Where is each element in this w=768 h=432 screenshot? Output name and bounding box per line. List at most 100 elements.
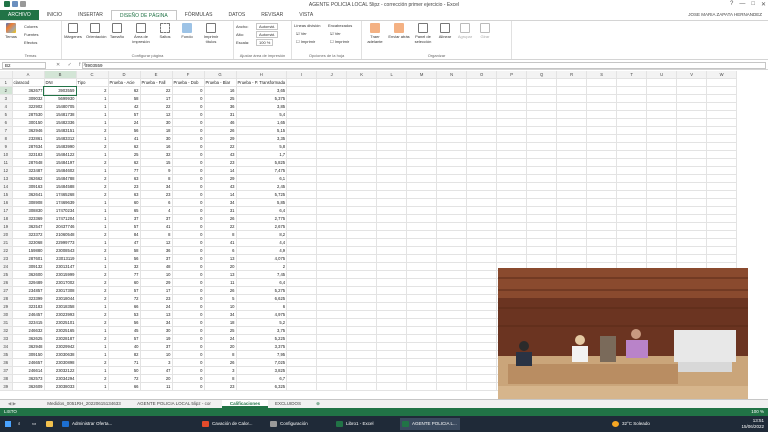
cell[interactable] (346, 230, 378, 240)
cell[interactable] (406, 382, 438, 392)
cell[interactable]: 23015999 (44, 270, 77, 280)
cell[interactable]: 31 (204, 206, 237, 216)
cell[interactable] (616, 230, 648, 240)
cell[interactable]: 1 (76, 214, 109, 224)
cell[interactable]: 5,275 (236, 286, 288, 296)
cell[interactable]: 323415 (12, 318, 45, 328)
lineas-imprimir-checkbox[interactable]: ☐ Imprimir (296, 39, 315, 44)
cell[interactable]: 2 (76, 374, 109, 384)
cell[interactable] (616, 182, 648, 192)
cell[interactable]: 0 (172, 214, 205, 224)
row-number[interactable]: 5 (0, 110, 13, 120)
cell[interactable] (676, 142, 708, 152)
cell[interactable]: 3 (204, 366, 237, 376)
cell[interactable] (706, 238, 738, 248)
cell[interactable]: 3,65 (236, 86, 288, 96)
cell[interactable] (376, 310, 408, 320)
cell[interactable] (646, 142, 678, 152)
cell[interactable]: 4,075 (236, 254, 288, 264)
cell[interactable]: 7,025 (236, 358, 288, 368)
cell[interactable] (466, 238, 498, 248)
cell[interactable]: 362677 (12, 86, 45, 96)
cell[interactable] (346, 294, 378, 304)
cell[interactable] (646, 214, 678, 224)
cell[interactable] (346, 270, 378, 280)
cell[interactable] (706, 86, 738, 96)
column-header[interactable]: L (376, 71, 408, 80)
cell[interactable] (556, 118, 588, 128)
cell[interactable] (436, 166, 468, 176)
cell[interactable] (556, 126, 588, 136)
cell[interactable] (466, 374, 498, 384)
cell[interactable] (406, 134, 438, 144)
row-number[interactable]: 29 (0, 302, 13, 312)
cell[interactable]: 15484788 (44, 174, 77, 184)
cell[interactable] (406, 78, 438, 88)
cell[interactable] (436, 302, 468, 312)
cell[interactable] (586, 238, 618, 248)
cell[interactable]: 18 (204, 318, 237, 328)
cell[interactable] (526, 254, 558, 264)
cell[interactable]: 7,475 (236, 166, 288, 176)
cell[interactable]: 1 (76, 302, 109, 312)
cell[interactable] (466, 270, 498, 280)
cell[interactable] (406, 230, 438, 240)
cell[interactable] (526, 198, 558, 208)
cell[interactable]: 23030638 (44, 350, 77, 360)
cell[interactable]: 15484602 (44, 166, 77, 176)
cell[interactable] (466, 182, 498, 192)
cell[interactable]: 34 (204, 198, 237, 208)
cell[interactable]: 41 (140, 222, 173, 232)
tab-inicio[interactable]: INICIO (39, 10, 70, 20)
cell[interactable] (316, 206, 348, 216)
close-button[interactable]: ✕ (761, 1, 766, 8)
row-number[interactable]: 30 (0, 310, 13, 320)
cell[interactable]: 308830 (12, 206, 45, 216)
cell[interactable] (706, 94, 738, 104)
cell[interactable] (406, 86, 438, 96)
cell[interactable] (376, 318, 408, 328)
cell[interactable] (706, 214, 738, 224)
cell[interactable] (706, 254, 738, 264)
cell[interactable]: 1 (76, 350, 109, 360)
cell[interactable] (496, 150, 528, 160)
cell[interactable] (376, 262, 408, 272)
cell[interactable] (526, 230, 558, 240)
cell[interactable] (556, 86, 588, 96)
cell[interactable] (316, 366, 348, 376)
row-number[interactable]: 35 (0, 350, 13, 360)
cell[interactable]: 72 (108, 294, 141, 304)
cell[interactable]: 0 (172, 270, 205, 280)
cell[interactable]: 57 (108, 334, 141, 344)
cell[interactable]: 24 (108, 118, 141, 128)
encabezados-ver-checkbox[interactable]: ☑ Ver (330, 31, 341, 36)
cell[interactable]: 3,75 (236, 326, 288, 336)
cell[interactable]: 29 (204, 174, 237, 184)
cell[interactable] (496, 190, 528, 200)
cell[interactable]: 362547 (12, 222, 45, 232)
cell[interactable]: 309132 (12, 262, 45, 272)
cell[interactable] (316, 254, 348, 264)
cell[interactable] (436, 318, 468, 328)
cell[interactable] (586, 222, 618, 232)
cell[interactable] (436, 198, 468, 208)
cell[interactable] (646, 110, 678, 120)
task-view-icon[interactable]: ▭ (32, 418, 42, 430)
cell[interactable]: 1 (76, 150, 109, 160)
cell[interactable] (316, 302, 348, 312)
cell[interactable] (436, 374, 468, 384)
cell[interactable] (406, 150, 438, 160)
cell[interactable] (406, 270, 438, 280)
cell[interactable]: 15484197 (44, 158, 77, 168)
cell[interactable]: 26 (204, 358, 237, 368)
cell[interactable] (616, 134, 648, 144)
cell[interactable] (466, 350, 498, 360)
cell[interactable]: 323183 (12, 150, 45, 160)
row-number[interactable]: 36 (0, 358, 13, 368)
cell[interactable]: 23028187 (44, 334, 77, 344)
cell[interactable] (496, 102, 528, 112)
cell[interactable] (706, 174, 738, 184)
cell[interactable] (676, 174, 708, 184)
cell[interactable]: claracod (12, 78, 45, 88)
alto-select[interactable]: Automát. (256, 31, 279, 38)
